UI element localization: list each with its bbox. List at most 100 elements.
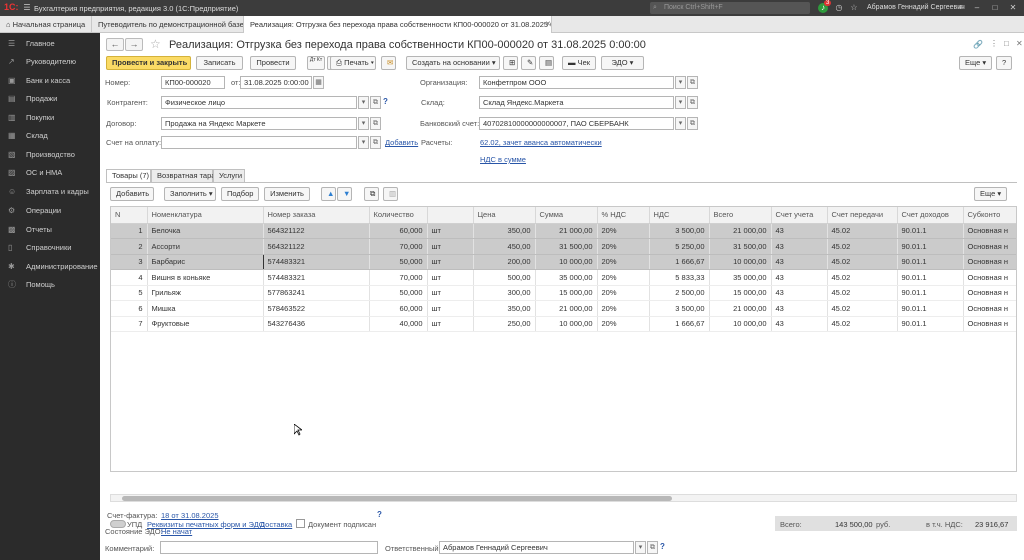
counterparty-open-icon[interactable]: ⧉ [370, 96, 381, 109]
table-cell[interactable]: шт [427, 285, 474, 301]
table-cell[interactable]: 574483321 [263, 269, 370, 286]
add-invoice-link[interactable]: Добавить [385, 138, 418, 147]
table-cell[interactable]: 90.01.1 [897, 285, 964, 301]
table-cell[interactable]: 90.01.1 [897, 269, 964, 286]
table-cell[interactable]: 70,000 [369, 269, 428, 286]
move-up-icon[interactable]: ▲ [321, 187, 336, 201]
tab-services[interactable]: Услуги [213, 169, 245, 182]
form-close-icon[interactable]: ✕ [1016, 39, 1023, 48]
table-cell[interactable]: Белочка [147, 223, 264, 239]
copy-icon[interactable]: ⧉ [364, 187, 379, 201]
contract-field[interactable]: Продажа на Яндекс Маркете [161, 117, 357, 130]
organization-dropdown-icon[interactable]: ▾ [675, 76, 686, 89]
table-cell[interactable]: 45.02 [827, 300, 898, 317]
table-cell[interactable]: 350,00 [473, 300, 536, 317]
table-row[interactable]: 4 Вишня в коньяке 574483321 70,000 шт 500,00 3… [111, 269, 1016, 286]
global-search-input[interactable]: ⌕ Поиск Ctrl+Shift+F [650, 2, 810, 14]
delivery-link[interactable]: Доставка [260, 520, 292, 529]
sidebar-item-director[interactable]: ↗ Руководителю [0, 53, 100, 71]
counterparty-help-icon[interactable]: ? [383, 97, 388, 106]
table-cell[interactable]: Основная н [963, 223, 1016, 239]
table-cell[interactable]: 20% [597, 238, 650, 255]
table-cell[interactable]: 43 [771, 269, 828, 286]
warehouse-open-icon[interactable]: ⧉ [687, 96, 698, 109]
bank-account-field[interactable]: 40702810000000000007, ПАО СБЕРБАНК [479, 117, 674, 130]
column-header[interactable]: Цена [473, 207, 536, 224]
sidebar-item-operations[interactable]: ⚙ Операции [0, 202, 100, 220]
vat-in-sum-link[interactable]: НДС в сумме [480, 155, 526, 164]
create-based-on-button[interactable]: Создать на основании ▾ [406, 56, 500, 70]
add-row-button[interactable]: Добавить [110, 187, 154, 201]
table-cell[interactable]: 5 [111, 285, 148, 301]
table-cell[interactable]: Вишня в коньяке [147, 269, 264, 286]
table-cell[interactable]: 43 [771, 300, 828, 317]
table-cell[interactable]: 250,00 [473, 316, 536, 332]
current-user[interactable]: Абрамов Геннадий Сергеевич [867, 4, 965, 11]
table-cell[interactable]: 2 500,00 [649, 285, 710, 301]
sidebar-item-assets[interactable]: ▨ ОС и НМА [0, 164, 100, 182]
document-icon[interactable]: ▤ [539, 56, 554, 70]
responsible-open-icon[interactable]: ⧉ [647, 541, 658, 554]
table-cell[interactable]: 21 000,00 [535, 223, 598, 239]
column-header[interactable]: Счет учета [771, 207, 828, 224]
table-cell[interactable]: 45.02 [827, 285, 898, 301]
responsible-dropdown-icon[interactable]: ▾ [635, 541, 646, 554]
table-cell[interactable]: 5 250,00 [649, 238, 710, 255]
column-header[interactable]: Всего [709, 207, 772, 224]
maximize-icon[interactable]: □ [990, 3, 1000, 13]
sidebar-item-references[interactable]: ▯ Справочники [0, 239, 100, 257]
column-header[interactable] [427, 207, 474, 224]
table-cell[interactable]: 45.02 [827, 238, 898, 255]
counterparty-dropdown-icon[interactable]: ▾ [358, 96, 369, 109]
table-cell[interactable]: 350,00 [473, 223, 536, 239]
comment-field[interactable] [160, 541, 378, 554]
table-cell[interactable]: 43 [771, 254, 828, 270]
table-cell[interactable]: 543276436 [263, 316, 370, 332]
sidebar-item-help[interactable]: ⓘ Помощь [0, 276, 100, 294]
table-cell[interactable]: 43 [771, 223, 828, 239]
table-cell[interactable]: шт [427, 300, 474, 317]
table-cell[interactable]: 50,000 [369, 254, 428, 270]
table-cell[interactable]: 10 000,00 [535, 254, 598, 270]
warehouse-dropdown-icon[interactable]: ▾ [675, 96, 686, 109]
table-cell[interactable]: 3 [111, 254, 148, 270]
table-cell[interactable]: 35 000,00 [535, 269, 598, 286]
bank-open-icon[interactable]: ⧉ [687, 117, 698, 130]
settings-icon[interactable]: ≡ [956, 3, 966, 13]
table-cell[interactable]: 43 [771, 285, 828, 301]
table-row[interactable]: 6 Мишка 578463522 60,000 шт 350,00 21 000,00 20… [111, 300, 1016, 317]
table-cell[interactable]: 3 500,00 [649, 223, 710, 239]
table-cell[interactable]: 10 000,00 [709, 316, 772, 332]
contract-open-icon[interactable]: ⧉ [370, 117, 381, 130]
sidebar-item-sales[interactable]: ▤ Продажи [0, 90, 100, 108]
contract-dropdown-icon[interactable]: ▾ [358, 117, 369, 130]
print-button[interactable]: ⎙ Печать ▾ [330, 56, 376, 70]
save-button[interactable]: Записать [196, 56, 243, 70]
table-row[interactable]: 3 Барбарис 574483321 50,000 шт 200,00 10 000,0… [111, 253, 1016, 270]
tab-goods[interactable]: Товары (7) [106, 169, 151, 182]
change-button[interactable]: Изменить [264, 187, 310, 201]
help-button[interactable]: ? [996, 56, 1012, 70]
table-cell[interactable]: Основная н [963, 238, 1016, 255]
calendar-icon[interactable]: ▦ [313, 76, 324, 89]
move-down-icon[interactable]: ▼ [337, 187, 352, 201]
responsible-field[interactable]: Абрамов Геннадий Сергеевич [439, 541, 634, 554]
pick-button[interactable]: Подбор [221, 187, 259, 201]
fill-button[interactable]: Заполнить ▾ [164, 187, 216, 201]
post-and-close-button[interactable]: Провести и закрыть [106, 56, 191, 70]
bank-dropdown-icon[interactable]: ▾ [675, 117, 686, 130]
table-cell[interactable]: 6 [111, 300, 148, 317]
forward-button[interactable]: → [125, 38, 143, 51]
table-cell[interactable]: 5 833,33 [649, 269, 710, 286]
table-cell[interactable]: 7 [111, 316, 148, 332]
barcode-icon[interactable]: ▥ [383, 187, 398, 201]
table-cell[interactable]: Ассорти [147, 238, 264, 255]
warehouse-field[interactable]: Склад Яндекс.Маркета [479, 96, 674, 109]
table-cell[interactable]: 21 000,00 [709, 223, 772, 239]
invoice-help-icon[interactable]: ? [377, 510, 382, 519]
tab-returnable-packaging[interactable]: Возвратная тара [151, 169, 215, 182]
table-cell[interactable]: шт [427, 316, 474, 332]
tab-guide[interactable]: Путеводитель по демонстрационной базе [92, 16, 244, 33]
favorite-star-icon[interactable]: ☆ [150, 37, 161, 51]
table-cell[interactable]: 500,00 [473, 269, 536, 286]
